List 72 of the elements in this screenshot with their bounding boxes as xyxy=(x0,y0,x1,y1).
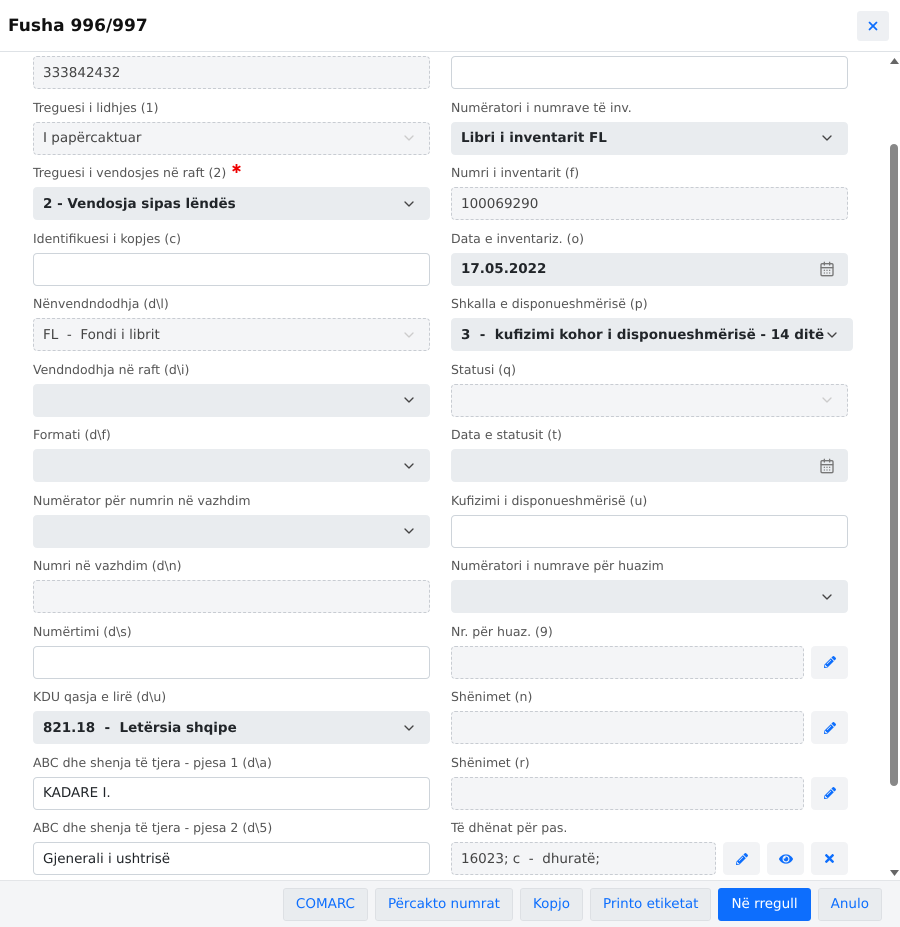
pencil-icon xyxy=(824,787,836,799)
clear-button[interactable] xyxy=(811,842,848,875)
close-button[interactable] xyxy=(857,10,889,40)
field-label: Formati (d\f) xyxy=(33,426,111,444)
footer-button[interactable]: Kopjo xyxy=(520,888,583,920)
date-field[interactable]: 17.05.2022 xyxy=(451,252,848,286)
input-field[interactable] xyxy=(33,646,430,678)
field-label: Numëratori i numrave të inv. xyxy=(451,98,632,116)
field-label: Treguesi i lidhjes (1) xyxy=(33,98,158,116)
field-label: Data e inventariz. (o) xyxy=(451,230,584,248)
select-field[interactable]: Libri i inventarit FL xyxy=(451,122,848,154)
edit-button[interactable] xyxy=(811,776,848,810)
field-label: Treguesi i vendosjes në raft (2) xyxy=(33,164,226,182)
readonly-field[interactable] xyxy=(451,711,804,744)
pencil-icon xyxy=(736,852,748,864)
field-label: Të dhënat për pas. xyxy=(451,819,568,837)
field-label: Numërtimi (d\s) xyxy=(33,622,132,640)
footer-button[interactable]: Përcakto numrat xyxy=(374,888,513,920)
field-label: Data e statusit (t) xyxy=(451,426,562,444)
field-label: Vendndodhja në raft (d\i) xyxy=(33,360,190,378)
field-label: Numërator për numrin në vazhdim xyxy=(33,492,251,510)
select-field[interactable]: I papërcaktuar xyxy=(33,122,430,154)
field-label: Shënimet (r) xyxy=(451,754,530,772)
readonly-field[interactable] xyxy=(33,580,430,613)
select-field[interactable]: FL - Fondi i librit xyxy=(33,318,430,351)
field-label: Shkalla e disponueshmërisë (p) xyxy=(451,295,648,313)
input-field[interactable] xyxy=(451,56,848,89)
edit-button[interactable] xyxy=(811,646,848,678)
edit-button[interactable] xyxy=(811,711,848,744)
readonly-field[interactable] xyxy=(451,776,804,810)
select-field[interactable]: 3 - kufizimi kohor i disponueshmërisë - 14 ditë xyxy=(451,318,854,351)
close-icon xyxy=(823,852,836,865)
readonly-field[interactable]: 333842432 xyxy=(33,56,430,89)
ok-button[interactable]: Në rregull xyxy=(718,888,811,920)
pencil-icon xyxy=(824,722,836,734)
footer-button[interactable]: COMARC xyxy=(282,888,368,920)
calendar-icon xyxy=(819,261,835,277)
select-field[interactable]: 2 - Vendosja sipas lëndës xyxy=(33,187,430,220)
field-label: ABC dhe shenja të tjera - pjesa 2 (d\5) xyxy=(33,819,272,837)
close-icon xyxy=(866,18,880,32)
view-button[interactable] xyxy=(767,842,804,875)
field-label: KDU qasja e lirë (d\u) xyxy=(33,688,166,706)
input-field[interactable]: Gjenerali i ushtrisë xyxy=(33,842,430,875)
readonly-field[interactable] xyxy=(451,646,804,678)
pencil-icon xyxy=(824,656,836,668)
scroll-up-icon[interactable] xyxy=(890,58,898,64)
eye-icon xyxy=(778,852,792,866)
input-field[interactable]: KADARE I. xyxy=(33,776,430,810)
field-label: Identifikuesi i kopjes (c) xyxy=(33,230,182,248)
field-label: Numëratori i numrave për huazim xyxy=(451,557,664,575)
field-label: Statusi (q) xyxy=(451,360,516,378)
date-field[interactable] xyxy=(451,449,848,482)
footer-button[interactable]: Anulo xyxy=(818,888,882,920)
readonly-field[interactable]: 100069290 xyxy=(451,187,848,220)
scrollbar-thumb[interactable] xyxy=(890,144,898,786)
field-label: Shënimet (n) xyxy=(451,688,532,706)
dialog-title: Fusha 996/997 xyxy=(8,16,148,36)
scroll-down-icon[interactable] xyxy=(890,870,898,876)
field-label: Numri i inventarit (f) xyxy=(451,164,580,182)
calendar-icon xyxy=(819,458,835,474)
field-label: Numri në vazhdim (d\n) xyxy=(33,557,182,575)
field-label: Nënvendndodhja (d\l) xyxy=(33,295,169,313)
field-label: Kufizimi i disponueshmërisë (u) xyxy=(451,492,648,510)
footer-button[interactable]: Printo etiketat xyxy=(590,888,712,920)
field-label: ABC dhe shenja të tjera - pjesa 1 (d\a) xyxy=(33,754,272,772)
input-field[interactable] xyxy=(451,514,848,548)
field-label: Nr. për huaz. (9) xyxy=(451,622,553,640)
readonly-field[interactable]: 16023; c - dhuratë; xyxy=(451,842,716,875)
edit-button[interactable] xyxy=(723,842,760,875)
select-field[interactable] xyxy=(451,384,848,416)
select-field[interactable]: 821.18 - Letërsia shqipe xyxy=(33,711,430,744)
input-field[interactable] xyxy=(33,252,430,286)
